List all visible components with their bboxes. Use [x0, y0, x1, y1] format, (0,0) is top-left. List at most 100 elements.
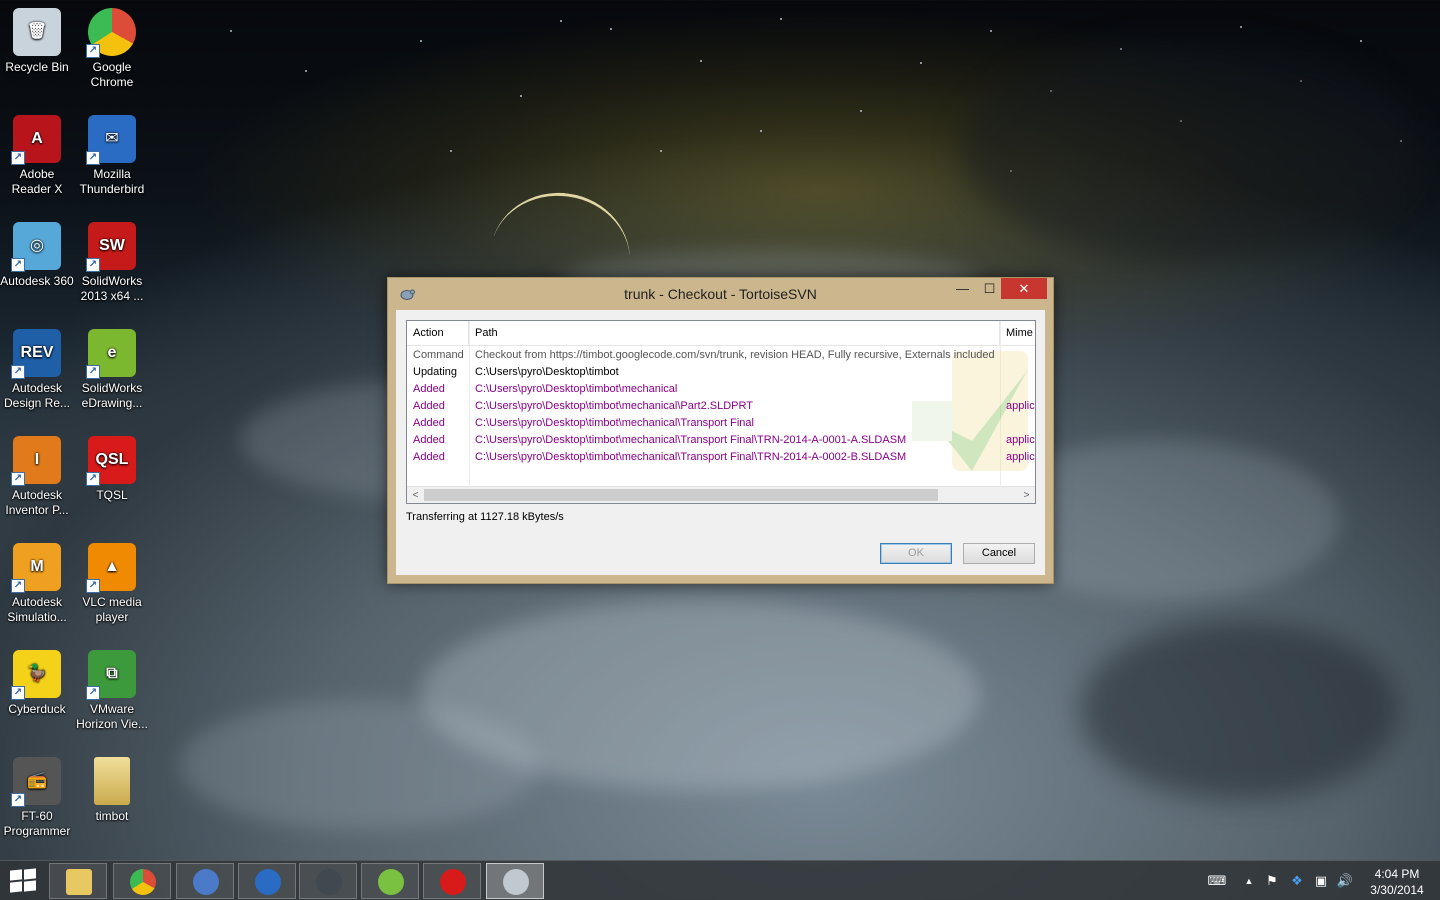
- star: [920, 62, 922, 64]
- taskbar-file-explorer-button[interactable]: [49, 863, 107, 899]
- horizontal-scrollbar[interactable]: < >: [407, 486, 1035, 503]
- checkout-listview[interactable]: Action Path Mime t Command Checkout from …: [406, 320, 1036, 504]
- cancel-button[interactable]: Cancel: [963, 543, 1035, 564]
- star: [305, 70, 307, 72]
- desktop-icon-autodesk-design-re[interactable]: REV ↗ Autodesk Design Re...: [0, 329, 75, 411]
- ok-button[interactable]: OK: [880, 543, 952, 564]
- taskbar-network-tool-button[interactable]: [176, 863, 234, 899]
- star: [560, 20, 562, 22]
- app-icon: [94, 757, 130, 805]
- row-path: C:\Users\pyro\Desktop\timbot\mechanical\…: [475, 451, 907, 463]
- minimize-button[interactable]: —: [949, 278, 976, 299]
- clock-date: 3/30/2014: [1370, 883, 1424, 897]
- star: [660, 150, 662, 152]
- desktop-icon-tqsl[interactable]: QSL ↗ TQSL: [74, 436, 150, 503]
- taskbar-thunderbird-button[interactable]: [238, 863, 296, 899]
- desktop-icon-adobe-reader-x[interactable]: A ↗ Adobe Reader X: [0, 115, 75, 197]
- tray-chevron-icon[interactable]: ▲: [1240, 861, 1258, 900]
- app-icon: SW ↗: [86, 222, 136, 272]
- network-icon[interactable]: ▣: [1311, 861, 1331, 900]
- listview-row[interactable]: Added C:\Users\pyro\Desktop\timbot\mechan…: [407, 432, 1035, 449]
- shortcut-arrow-icon: ↗: [86, 258, 100, 272]
- app-icon: ⧉ ↗: [86, 650, 136, 700]
- desktop-icon-label: TQSL: [96, 488, 128, 502]
- desktop-icon-label: Cyberduck: [8, 702, 66, 716]
- row-path: C:\Users\pyro\Desktop\timbot: [475, 366, 619, 378]
- listview-row[interactable]: Updating C:\Users\pyro\Desktop\timbot: [407, 364, 1035, 381]
- transfer-status: Transferring at 1127.18 kBytes/s: [406, 511, 564, 523]
- desktop-icon-vlc-media-player[interactable]: ▲ ↗ VLC media player: [74, 543, 150, 625]
- desktop-icon-autodesk-360[interactable]: ◎ ↗ Autodesk 360: [0, 222, 75, 289]
- app-icon: REV ↗: [11, 329, 61, 379]
- shortcut-arrow-icon: ↗: [86, 472, 100, 486]
- star: [780, 18, 782, 20]
- desktop-icon-timbot[interactable]: timbot: [74, 757, 150, 824]
- desktop-icon-label: Adobe Reader X: [11, 167, 63, 196]
- tqsl-icon: [440, 869, 466, 895]
- action-center-flag-icon[interactable]: ⚑: [1262, 861, 1282, 900]
- row-action: Command: [413, 349, 464, 361]
- maximize-button[interactable]: ☐: [976, 278, 1003, 299]
- volume-icon[interactable]: 🔊: [1334, 861, 1356, 900]
- scroll-right-arrow-icon[interactable]: >: [1018, 487, 1035, 503]
- row-mime: applica: [1006, 400, 1035, 412]
- star: [990, 30, 992, 32]
- spotify-icon: [378, 869, 404, 895]
- star: [1360, 40, 1362, 42]
- tortoisesvn-icon: [503, 869, 529, 895]
- desktop-icon-label: Autodesk 360: [0, 274, 74, 288]
- desktop-icon-label: VMware Horizon Vie...: [76, 702, 148, 731]
- scrollbar-thumb[interactable]: [424, 489, 938, 501]
- dropbox-icon[interactable]: ❖: [1287, 861, 1307, 900]
- star: [450, 150, 452, 152]
- close-button[interactable]: ✕: [1001, 278, 1047, 299]
- listview-row[interactable]: Added C:\Users\pyro\Desktop\timbot\mechan…: [407, 398, 1035, 415]
- desktop-icon-autodesk-simulatio[interactable]: M ↗ Autodesk Simulatio...: [0, 543, 75, 625]
- taskbar-spotify-button[interactable]: [361, 863, 419, 899]
- scroll-left-arrow-icon[interactable]: <: [407, 487, 424, 503]
- desktop-icon-label: Autodesk Simulatio...: [7, 595, 67, 624]
- star: [700, 60, 702, 62]
- desktop-icon-label: Google Chrome: [90, 60, 134, 89]
- desktop-icon-cyberduck[interactable]: 🦆 ↗ Cyberduck: [0, 650, 75, 717]
- star: [520, 95, 522, 97]
- listview-row[interactable]: Added C:\Users\pyro\Desktop\timbot\mechan…: [407, 381, 1035, 398]
- app-icon: I ↗: [11, 436, 61, 486]
- taskbar-tqsl-button[interactable]: [423, 863, 481, 899]
- star: [760, 130, 762, 132]
- google-chrome-icon: [130, 869, 156, 895]
- taskbar-tortoisesvn-button[interactable]: [486, 863, 544, 899]
- desktop-icon-label: timbot: [95, 809, 129, 823]
- desktop-icon-solidworks-edrawing[interactable]: e ↗ SolidWorks eDrawing...: [74, 329, 150, 411]
- file-explorer-icon: [66, 869, 92, 895]
- column-header-action[interactable]: Action: [407, 321, 469, 346]
- column-header-mime[interactable]: Mime t: [1000, 321, 1035, 346]
- keyboard-icon[interactable]: ⌨: [1200, 861, 1234, 900]
- taskbar-steam-button[interactable]: [299, 863, 357, 899]
- desktop-icon-recycle-bin[interactable]: 🗑 Recycle Bin: [0, 8, 75, 75]
- desktop-icon-autodesk-inventor-p[interactable]: I ↗ Autodesk Inventor P...: [0, 436, 75, 518]
- desktop-icon-mozilla-thunderbird[interactable]: ✉ ↗ Mozilla Thunderbird: [74, 115, 150, 197]
- desktop-icon-solidworks-2013-x64[interactable]: SW ↗ SolidWorks 2013 x64 ...: [74, 222, 150, 304]
- app-icon: QSL ↗: [86, 436, 136, 486]
- star: [1240, 26, 1242, 28]
- desktop-icon-ft-60-programmer[interactable]: 📻 ↗ FT-60 Programmer: [0, 757, 75, 839]
- row-path: C:\Users\pyro\Desktop\timbot\mechanical\…: [475, 400, 753, 412]
- desktop-icon-vmware-horizon-vie[interactable]: ⧉ ↗ VMware Horizon Vie...: [74, 650, 150, 732]
- windows-start-icon[interactable]: [10, 868, 38, 894]
- shortcut-arrow-icon: ↗: [11, 258, 25, 272]
- row-mime: applica: [1006, 451, 1035, 463]
- star: [420, 40, 422, 42]
- shortcut-arrow-icon: ↗: [11, 686, 25, 700]
- taskbar-google-chrome-button[interactable]: [113, 863, 171, 899]
- listview-header: Action Path Mime t: [407, 321, 1035, 346]
- desktop-icon-google-chrome[interactable]: ↗ Google Chrome: [74, 8, 150, 90]
- desktop-icon-label: Recycle Bin: [5, 60, 69, 74]
- shortcut-arrow-icon: ↗: [86, 365, 100, 379]
- clock[interactable]: 4:04 PM 3/30/2014: [1362, 866, 1432, 898]
- listview-row[interactable]: Command Checkout from https://timbot.goog…: [407, 347, 1035, 364]
- listview-row[interactable]: Added C:\Users\pyro\Desktop\timbot\mechan…: [407, 449, 1035, 466]
- listview-row[interactable]: Added C:\Users\pyro\Desktop\timbot\mechan…: [407, 415, 1035, 432]
- column-header-path[interactable]: Path: [469, 321, 1000, 346]
- dialog-titlebar[interactable]: trunk - Checkout - TortoiseSVN — ☐ ✕: [388, 278, 1053, 310]
